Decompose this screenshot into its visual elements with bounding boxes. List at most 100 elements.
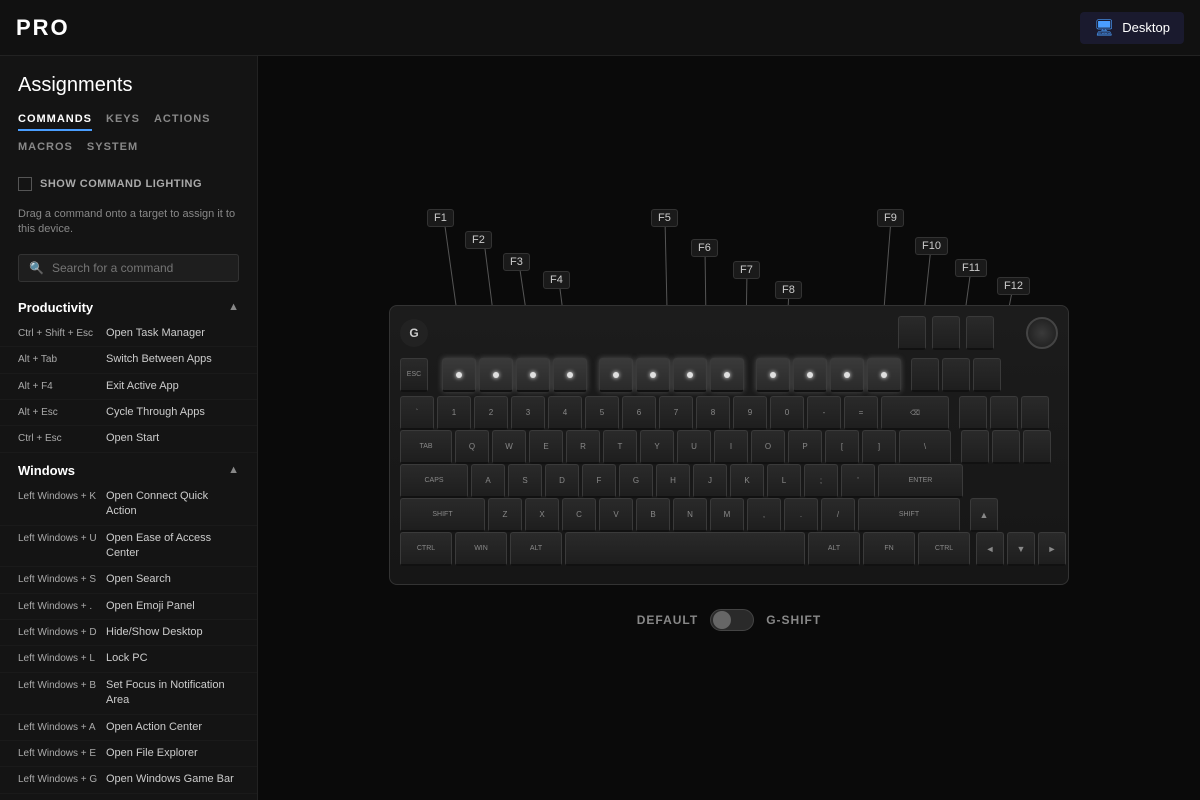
fkey-f6[interactable]: F6 (691, 239, 718, 257)
tab-system[interactable]: SYSTEM (87, 137, 138, 159)
9-key[interactable]: 9 (733, 396, 767, 430)
period-key[interactable]: . (784, 498, 818, 532)
caps-key[interactable]: CAPS (400, 464, 468, 498)
fkey-f8[interactable]: F8 (775, 281, 802, 299)
left-key[interactable]: ◄ (976, 532, 1004, 566)
rctrl-key[interactable]: CTRL (918, 532, 970, 566)
category-productivity[interactable]: Productivity ▲ (0, 290, 257, 321)
fkey-f3[interactable]: F3 (503, 253, 530, 271)
a-key[interactable]: A (471, 464, 505, 498)
f-key[interactable]: F (582, 464, 616, 498)
fkey-f1[interactable]: F1 (427, 209, 454, 227)
f6-key[interactable] (636, 358, 670, 392)
i-key[interactable]: I (714, 430, 748, 464)
b-key[interactable]: B (636, 498, 670, 532)
space-key[interactable] (565, 532, 805, 566)
f7-key[interactable] (673, 358, 707, 392)
0-key[interactable]: 0 (770, 396, 804, 430)
list-item[interactable]: Left Windows + U Open Ease of Access Cen… (0, 526, 257, 568)
minus-key[interactable]: - (807, 396, 841, 430)
volume-knob[interactable] (1026, 317, 1058, 349)
lalt-key[interactable]: ALT (510, 532, 562, 566)
list-item[interactable]: Left Windows + G Open Windows Game Bar (0, 767, 257, 793)
quote-key[interactable]: ' (841, 464, 875, 498)
search-bar[interactable]: 🔍 (18, 254, 239, 282)
scroll-key[interactable] (942, 358, 970, 392)
enter-key[interactable]: ENTER (878, 464, 963, 498)
f9-key[interactable] (756, 358, 790, 392)
pgup-key[interactable] (1021, 396, 1049, 430)
rshift-key[interactable]: SHIFT (858, 498, 960, 532)
show-lighting-row[interactable]: SHOW COMMAND LIGHTING (0, 169, 257, 199)
7-key[interactable]: 7 (659, 396, 693, 430)
list-item[interactable]: Left Windows + L Lock PC (0, 646, 257, 672)
fkey-f12[interactable]: F12 (997, 277, 1030, 295)
category-windows[interactable]: Windows ▲ (0, 453, 257, 484)
list-item[interactable]: Left Windows + Ctrl + Enter Open Narrato… (0, 794, 257, 800)
x-key[interactable]: X (525, 498, 559, 532)
list-item[interactable]: Left Windows + A Open Action Center (0, 715, 257, 741)
w-key[interactable]: W (492, 430, 526, 464)
tab-actions[interactable]: ACTIONS (154, 109, 211, 131)
e-key[interactable]: E (529, 430, 563, 464)
fkey-f2[interactable]: F2 (465, 231, 492, 249)
v-key[interactable]: V (599, 498, 633, 532)
f2-key[interactable] (479, 358, 513, 392)
gshift-toggle[interactable] (710, 609, 754, 631)
l-key[interactable]: L (767, 464, 801, 498)
j-key[interactable]: J (693, 464, 727, 498)
s-key[interactable]: S (508, 464, 542, 498)
end-key[interactable] (992, 430, 1020, 464)
list-item[interactable]: Ctrl + Shift + Esc Open Task Manager (0, 321, 257, 347)
list-item[interactable]: Ctrl + Esc Open Start (0, 426, 257, 452)
2-key[interactable]: 2 (474, 396, 508, 430)
comma-key[interactable]: , (747, 498, 781, 532)
up-key[interactable]: ▲ (970, 498, 998, 532)
3-key[interactable]: 3 (511, 396, 545, 430)
list-item[interactable]: Left Windows + E Open File Explorer (0, 741, 257, 767)
lbracket-key[interactable]: [ (825, 430, 859, 464)
f4-key[interactable] (553, 358, 587, 392)
m-key[interactable]: M (710, 498, 744, 532)
list-item[interactable]: Left Windows + B Set Focus in Notificati… (0, 673, 257, 715)
list-item[interactable]: Alt + Esc Cycle Through Apps (0, 400, 257, 426)
f1-key[interactable] (442, 358, 476, 392)
f11-key[interactable] (830, 358, 864, 392)
slash-key[interactable]: / (821, 498, 855, 532)
backtick-key[interactable]: ` (400, 396, 434, 430)
n-key[interactable]: N (673, 498, 707, 532)
equals-key[interactable]: = (844, 396, 878, 430)
backspace-key[interactable]: ⌫ (881, 396, 949, 430)
fkey-f4[interactable]: F4 (543, 271, 570, 289)
z-key[interactable]: Z (488, 498, 522, 532)
f8-key[interactable] (710, 358, 744, 392)
1-key[interactable]: 1 (437, 396, 471, 430)
semicolon-key[interactable]: ; (804, 464, 838, 498)
y-key[interactable]: Y (640, 430, 674, 464)
k-key[interactable]: K (730, 464, 764, 498)
list-item[interactable]: Left Windows + . Open Emoji Panel (0, 594, 257, 620)
tab-keys[interactable]: KEYS (106, 109, 140, 131)
fn-key[interactable]: FN (863, 532, 915, 566)
r-key[interactable]: R (566, 430, 600, 464)
4-key[interactable]: 4 (548, 396, 582, 430)
list-item[interactable]: Alt + F4 Exit Active App (0, 374, 257, 400)
g-key[interactable]: G (619, 464, 653, 498)
ralt-key[interactable]: ALT (808, 532, 860, 566)
f10-key[interactable] (793, 358, 827, 392)
fkey-f11[interactable]: F11 (955, 259, 987, 277)
list-item[interactable]: Left Windows + S Open Search (0, 567, 257, 593)
d-key[interactable]: D (545, 464, 579, 498)
p-key[interactable]: P (788, 430, 822, 464)
pgdn-key[interactable] (1023, 430, 1051, 464)
q-key[interactable]: Q (455, 430, 489, 464)
f3-key[interactable] (516, 358, 550, 392)
fkey-f10[interactable]: F10 (915, 237, 948, 255)
right-key[interactable]: ► (1038, 532, 1066, 566)
lwin-key[interactable]: WIN (455, 532, 507, 566)
8-key[interactable]: 8 (696, 396, 730, 430)
fkey-f9[interactable]: F9 (877, 209, 904, 227)
f5-key[interactable] (599, 358, 633, 392)
c-key[interactable]: C (562, 498, 596, 532)
del-key[interactable] (961, 430, 989, 464)
